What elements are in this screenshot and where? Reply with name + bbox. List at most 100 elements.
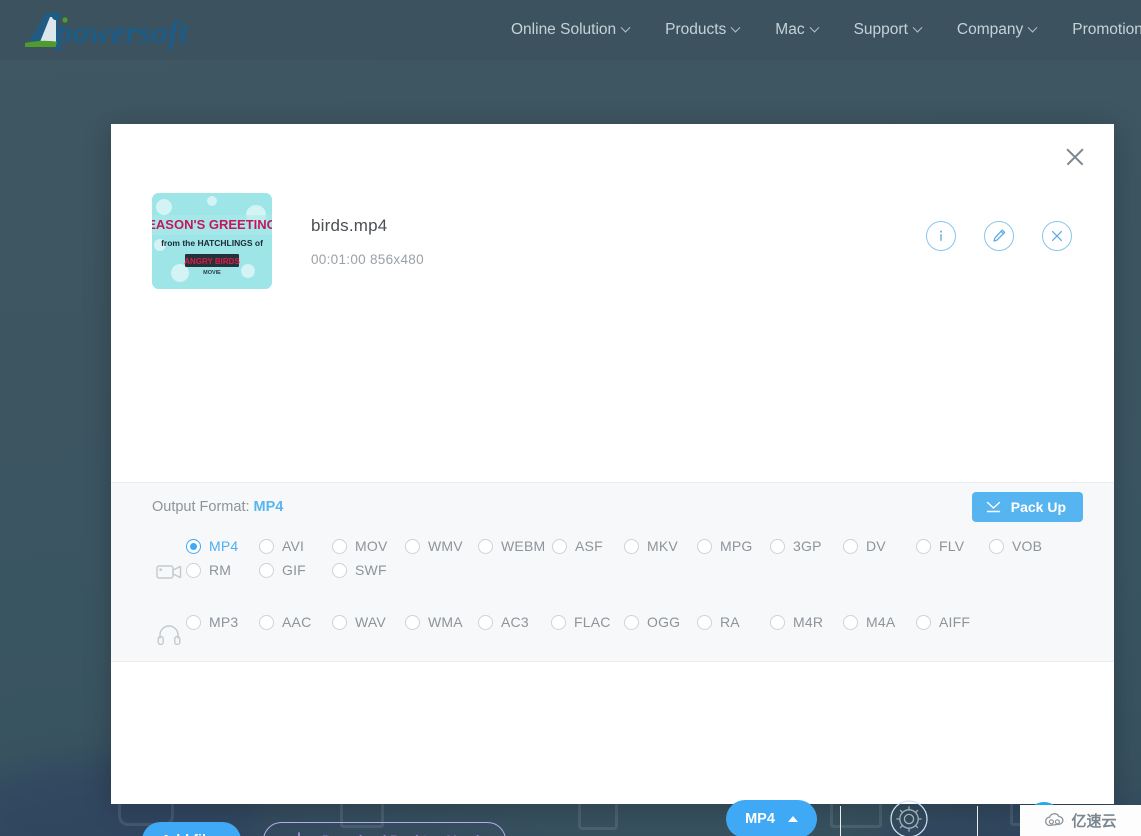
format-option-label: FLAC — [574, 614, 611, 630]
video-format-row: MP4 AVI MOV WMV WEBM ASF MKV MPG 3GP DV FLV VOB — [186, 538, 1062, 554]
watermark: 亿速云 — [1020, 805, 1141, 836]
nav-item-support[interactable]: Support — [854, 21, 923, 39]
format-option-wmv[interactable]: WMV — [405, 538, 478, 554]
format-option-flv[interactable]: FLV — [916, 538, 989, 554]
radio-icon[interactable] — [843, 538, 858, 554]
format-option-flac[interactable]: FLAC — [551, 614, 624, 630]
format-option-mp3[interactable]: MP3 — [186, 614, 259, 630]
add-files-button[interactable]: Add files — [142, 822, 241, 836]
nav-item-promotion[interactable]: Promotion — [1072, 21, 1141, 39]
caret-up-icon — [787, 816, 798, 822]
radio-icon[interactable] — [332, 614, 347, 630]
format-option-m4a[interactable]: M4A — [843, 614, 916, 630]
apowersoft-logo[interactable]: powersoft — [16, 7, 246, 53]
audio-format-rows: MP3 AAC WAV WMA AC3 FLAC OGG RA M4R M4A AIFF — [186, 614, 989, 645]
radio-icon[interactable] — [186, 538, 201, 554]
format-option-asf[interactable]: ASF — [552, 538, 624, 554]
radio-icon[interactable] — [332, 562, 347, 578]
nav-label: Online Solution — [511, 21, 617, 38]
format-option-label: WMA — [428, 614, 463, 630]
radio-icon[interactable] — [405, 614, 420, 630]
format-option-label: DV — [866, 538, 886, 554]
video-format-row: RM GIF SWF — [186, 562, 1062, 578]
format-option-label: SWF — [355, 562, 387, 578]
file-row: SEASON'S GREETINGS from the HATCHLINGS o… — [152, 193, 1072, 289]
format-option-label: MOV — [355, 538, 388, 554]
format-option-swf[interactable]: SWF — [332, 562, 405, 578]
format-option-m4r[interactable]: M4R — [770, 614, 843, 630]
format-option-mp4[interactable]: MP4 — [186, 538, 259, 554]
format-option-ogg[interactable]: OGG — [624, 614, 697, 630]
radio-icon[interactable] — [332, 538, 347, 554]
format-option-avi[interactable]: AVI — [259, 538, 332, 554]
gear-icon — [889, 800, 928, 836]
format-option-label: MP4 — [209, 538, 239, 554]
video-format-rows: MP4 AVI MOV WMV WEBM ASF MKV MPG 3GP DV FLV VOB RM GI… — [186, 538, 1062, 580]
radio-icon[interactable] — [478, 614, 493, 630]
format-pill[interactable]: MP4 — [726, 800, 817, 836]
format-option-label: VOB — [1012, 538, 1043, 554]
file-duration-resolution: 00:01:00 856x480 — [311, 251, 424, 267]
nav-label: Company — [956, 21, 1024, 38]
nav-item-online-solution[interactable]: Online Solution — [511, 21, 631, 39]
radio-icon[interactable] — [186, 614, 201, 630]
pack-up-button[interactable]: Pack Up — [971, 492, 1083, 522]
output-format-label: Output Format: MP4 — [152, 499, 283, 515]
video-converter-dialog: SEASON'S GREETINGS from the HATCHLINGS o… — [111, 124, 1114, 836]
format-option-wma[interactable]: WMA — [405, 614, 478, 630]
format-option-rm[interactable]: RM — [186, 562, 259, 578]
settings-button[interactable]: Settings — [840, 800, 977, 836]
radio-icon[interactable] — [551, 614, 566, 630]
format-option-webm[interactable]: WEBM — [478, 538, 552, 554]
nav-item-mac[interactable]: Mac — [775, 21, 820, 39]
format-option-ac3[interactable]: AC3 — [478, 614, 551, 630]
format-option-aac[interactable]: AAC — [259, 614, 332, 630]
info-icon[interactable] — [926, 221, 956, 251]
nav-item-company[interactable]: Company — [956, 21, 1038, 39]
format-option-dv[interactable]: DV — [843, 538, 916, 554]
format-option-label: 3GP — [793, 538, 822, 554]
radio-icon[interactable] — [697, 538, 712, 554]
radio-icon[interactable] — [186, 562, 201, 578]
format-option-mov[interactable]: MOV — [332, 538, 405, 554]
format-option-mpg[interactable]: MPG — [697, 538, 770, 554]
radio-icon[interactable] — [552, 538, 567, 554]
format-option-aiff[interactable]: AIFF — [916, 614, 989, 630]
nav-item-products[interactable]: Products — [665, 21, 741, 39]
format-option-wav[interactable]: WAV — [332, 614, 405, 630]
radio-icon[interactable] — [989, 538, 1004, 554]
radio-icon[interactable] — [770, 538, 785, 554]
chevron-down-icon — [912, 22, 923, 33]
radio-icon[interactable] — [259, 562, 274, 578]
radio-icon[interactable] — [916, 538, 931, 554]
chevron-down-icon — [730, 22, 741, 33]
radio-icon[interactable] — [843, 614, 858, 630]
radio-icon[interactable] — [259, 538, 274, 554]
format-pill-label: MP4 — [745, 811, 775, 827]
edit-icon[interactable] — [984, 221, 1014, 251]
format-option-label: MP3 — [209, 614, 239, 630]
radio-icon[interactable] — [697, 614, 712, 630]
radio-icon[interactable] — [916, 614, 931, 630]
radio-icon[interactable] — [624, 614, 639, 630]
radio-icon[interactable] — [405, 538, 420, 554]
close-icon[interactable] — [1058, 140, 1092, 174]
headphones-icon — [152, 614, 186, 645]
format-option-3gp[interactable]: 3GP — [770, 538, 843, 554]
format-option-label: FLV — [939, 538, 965, 554]
radio-icon[interactable] — [770, 614, 785, 630]
delete-icon[interactable] — [1042, 221, 1072, 251]
radio-icon[interactable] — [478, 538, 493, 554]
format-button[interactable]: MP4 Format — [703, 800, 840, 836]
radio-icon[interactable] — [259, 614, 274, 630]
format-option-gif[interactable]: GIF — [259, 562, 332, 578]
file-action-buttons — [926, 221, 1072, 251]
download-arrow-icon — [986, 501, 1000, 513]
format-option-ra[interactable]: RA — [697, 614, 770, 630]
svg-text:from the HATCHLINGS of: from the HATCHLINGS of — [161, 238, 263, 248]
chevron-down-icon — [809, 22, 820, 33]
format-option-mkv[interactable]: MKV — [624, 538, 697, 554]
radio-icon[interactable] — [624, 538, 639, 554]
download-desktop-version-button[interactable]: Download Desktop Version — [263, 822, 506, 836]
format-option-vob[interactable]: VOB — [989, 538, 1062, 554]
